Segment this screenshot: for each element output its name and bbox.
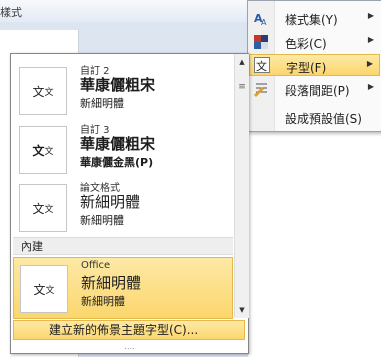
menu-item-label: 樣式集(Y)	[285, 13, 338, 27]
scroll-down-arrow-icon[interactable]: ▼	[235, 303, 249, 317]
font-set-name: Office	[81, 260, 111, 271]
menu-item-label: 段落間距(P)	[285, 84, 350, 98]
scroll-grip-icon[interactable]: ≡	[235, 80, 249, 94]
submenu-arrow-icon: ▶	[367, 35, 374, 44]
major-font-name: 華康儷粗宋	[80, 76, 156, 94]
font-preview-thumbnail: 文文	[19, 126, 67, 174]
menu-item-fonts[interactable]: 文 字型(F) ▶	[249, 54, 380, 76]
design-options-menu: AA 樣式集(Y) ▶ 色彩(C) ▶ 文 字型(F) ▶ 段落間距(P) ▶ …	[247, 0, 381, 132]
minor-font-name: 新細明體	[81, 295, 125, 308]
section-header-builtin: 內建	[13, 237, 233, 255]
theme-fonts-gallery: 文文 自訂 2 華康儷粗宋 新細明體 文文 自訂 3 華康儷粗宋 華康儷金黑(P…	[10, 53, 249, 354]
ribbon-bar: 樣式	[0, 0, 248, 23]
menu-item-style-set[interactable]: AA 樣式集(Y) ▶	[249, 7, 380, 29]
major-font-name: 華康儷粗宋	[80, 135, 156, 153]
svg-text:A: A	[261, 18, 267, 26]
submenu-arrow-icon: ▶	[366, 59, 373, 68]
gallery-scrollbar[interactable]: ▲ ≡ ▼	[234, 54, 249, 318]
resize-grip-icon[interactable]: ....	[11, 342, 248, 353]
thumb-minor-glyph: 文	[44, 87, 54, 98]
font-option-office[interactable]: 文文 Office 新細明體 新細明體	[13, 257, 233, 319]
submenu-arrow-icon: ▶	[367, 82, 374, 91]
create-new-theme-fonts-button[interactable]: 建立新的佈景主題字型(C)...	[13, 320, 245, 340]
color-palette-icon	[249, 31, 273, 53]
thumb-major-glyph: 文	[32, 201, 45, 216]
minor-font-name: 新細明體	[80, 97, 124, 110]
menu-item-label: 設成預設值(S)	[285, 112, 362, 126]
ribbon-group-label: 樣式	[0, 6, 22, 19]
thumb-major-glyph: 文	[33, 282, 46, 297]
scroll-up-arrow-icon[interactable]: ▲	[235, 55, 249, 69]
menu-item-paragraph-spacing[interactable]: 段落間距(P) ▶	[249, 78, 380, 100]
thumb-minor-glyph: 文	[44, 146, 54, 157]
svg-text:文: 文	[256, 59, 267, 73]
font-option-custom-2[interactable]: 文文 自訂 2 華康儷粗宋 新細明體	[13, 58, 233, 126]
font-preview-thumbnail: 文文	[19, 184, 67, 232]
thumb-minor-glyph: 文	[45, 285, 55, 296]
menu-item-set-default[interactable]: 設成預設值(S)	[249, 106, 380, 128]
font-option-thesis-format[interactable]: 文文 論文格式 新細明體 新細明體	[13, 175, 233, 243]
thumb-minor-glyph: 文	[44, 204, 54, 215]
menu-item-label: 字型(F)	[286, 61, 327, 75]
style-set-icon: AA	[249, 7, 273, 29]
minor-font-name: 新細明體	[80, 214, 124, 227]
font-preview-thumbnail: 文文	[20, 265, 68, 313]
major-font-name: 新細明體	[81, 274, 142, 292]
font-preview-thumbnail: 文文	[19, 67, 67, 115]
font-icon: 文	[250, 54, 274, 76]
thumb-major-glyph: 文	[32, 84, 45, 99]
thumb-major-glyph: 文	[32, 143, 45, 158]
minor-font-name: 華康儷金黑(P)	[80, 156, 154, 169]
major-font-name: 新細明體	[80, 193, 141, 211]
submenu-arrow-icon: ▶	[367, 11, 374, 20]
menu-item-label: 色彩(C)	[285, 37, 327, 51]
menu-item-colors[interactable]: 色彩(C) ▶	[249, 31, 380, 53]
paragraph-spacing-icon	[249, 78, 273, 100]
